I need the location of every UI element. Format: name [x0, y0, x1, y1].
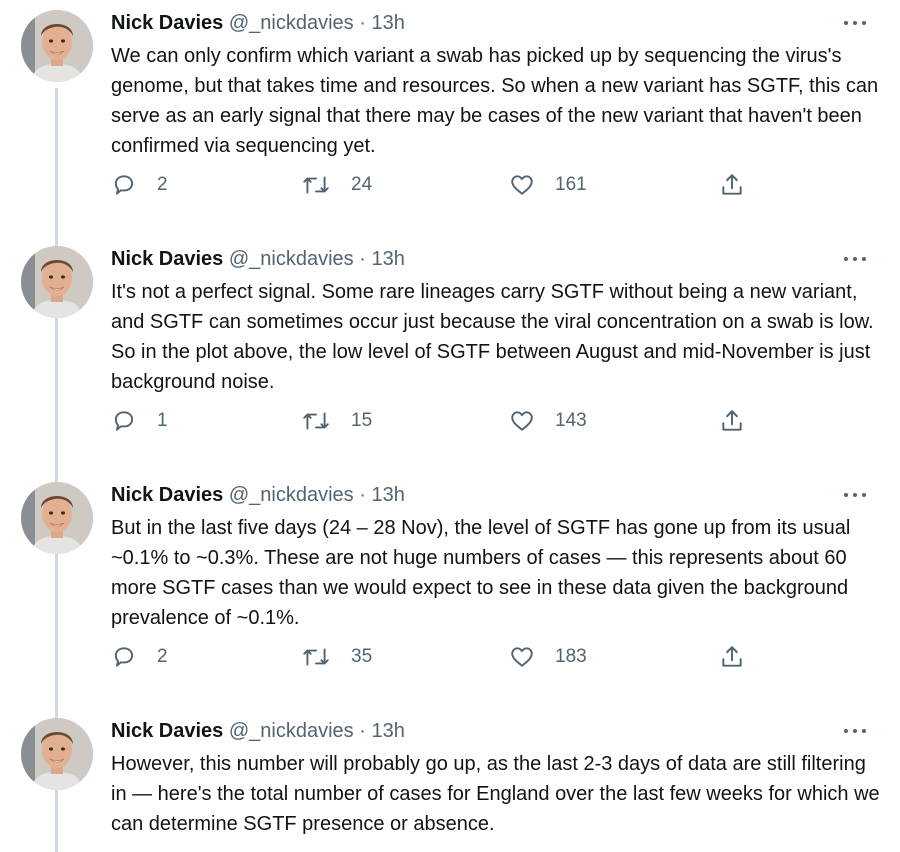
avatar-face-icon	[21, 246, 93, 318]
like-count: 183	[555, 646, 587, 667]
tweet[interactable]: Nick Davies @_nickdavies · 13h But in th…	[0, 472, 900, 708]
reply-count: 2	[157, 646, 168, 667]
retweet-icon	[303, 176, 329, 194]
retweet-icon	[303, 648, 329, 666]
tweet-text: But in the last five days (24 – 28 Nov),…	[111, 517, 851, 629]
separator-dot: ·	[359, 484, 366, 506]
retweet-button[interactable]: 15	[301, 406, 372, 436]
retweet-icon	[303, 412, 329, 430]
heart-icon	[511, 647, 533, 667]
avatar[interactable]	[21, 10, 93, 82]
avatar[interactable]	[21, 718, 93, 790]
reply-icon	[114, 411, 134, 431]
tweet[interactable]: Nick Davies @_nickdavies · 13h It's not …	[0, 236, 900, 472]
avatar-face-icon	[21, 718, 93, 790]
more-options-icon[interactable]	[838, 246, 872, 272]
share-button[interactable]	[719, 170, 745, 200]
author-handle[interactable]: @_nickdavies	[229, 12, 354, 34]
author-name[interactable]: Nick Davies	[111, 248, 223, 270]
timestamp[interactable]: 13h	[371, 484, 404, 506]
tweet-header: Nick Davies @_nickdavies · 13h	[111, 10, 405, 36]
like-count: 143	[555, 410, 587, 431]
retweet-count: 35	[351, 646, 373, 667]
reply-icon	[114, 175, 134, 195]
avatar[interactable]	[21, 482, 93, 554]
share-icon	[722, 174, 742, 195]
share-button[interactable]	[719, 406, 745, 436]
avatar-face-icon	[21, 10, 93, 82]
share-icon	[722, 646, 742, 667]
tweet[interactable]: Nick Davies @_nickdavies · 13h However, …	[0, 708, 900, 852]
retweet-button[interactable]: 35	[301, 642, 372, 672]
tweet-header: Nick Davies @_nickdavies · 13h	[111, 718, 405, 744]
retweet-count: 24	[351, 174, 373, 195]
more-options-icon[interactable]	[838, 10, 872, 36]
heart-icon	[511, 175, 533, 195]
reply-count: 1	[157, 410, 168, 431]
author-handle[interactable]: @_nickdavies	[229, 484, 354, 506]
author-name[interactable]: Nick Davies	[111, 12, 223, 34]
author-name[interactable]: Nick Davies	[111, 720, 223, 742]
tweet-actions: 2 24 161	[111, 170, 771, 200]
avatar[interactable]	[21, 246, 93, 318]
retweet-button[interactable]: 24	[301, 170, 372, 200]
more-options-icon[interactable]	[838, 718, 872, 744]
like-count: 161	[555, 174, 587, 195]
heart-icon	[511, 411, 533, 431]
separator-dot: ·	[359, 720, 366, 742]
like-button[interactable]: 161	[509, 170, 587, 200]
tweet-text: It's not a perfect signal. Some rare lin…	[111, 281, 874, 393]
like-button[interactable]: 183	[509, 642, 587, 672]
tweet-text: However, this number will probably go up…	[111, 753, 880, 835]
separator-dot: ·	[359, 12, 366, 34]
tweet-text: We can only confirm which variant a swab…	[111, 45, 879, 157]
reply-count: 2	[157, 174, 168, 195]
tweet-actions: 1 15 143	[111, 406, 771, 436]
tweet-header: Nick Davies @_nickdavies · 13h	[111, 482, 405, 508]
timestamp[interactable]: 13h	[371, 248, 404, 270]
tweet-header: Nick Davies @_nickdavies · 13h	[111, 246, 405, 272]
timestamp[interactable]: 13h	[371, 12, 404, 34]
share-icon	[722, 410, 742, 431]
tweet-actions: 2 35 183	[111, 642, 771, 672]
share-button[interactable]	[719, 642, 745, 672]
more-options-icon[interactable]	[838, 482, 872, 508]
reply-button[interactable]: 2	[111, 170, 168, 200]
separator-dot: ·	[359, 248, 366, 270]
reply-button[interactable]: 2	[111, 642, 168, 672]
author-handle[interactable]: @_nickdavies	[229, 720, 354, 742]
author-name[interactable]: Nick Davies	[111, 484, 223, 506]
retweet-count: 15	[351, 410, 373, 431]
avatar-face-icon	[21, 482, 93, 554]
reply-button[interactable]: 1	[111, 406, 168, 436]
author-handle[interactable]: @_nickdavies	[229, 248, 354, 270]
like-button[interactable]: 143	[509, 406, 587, 436]
tweet[interactable]: Nick Davies @_nickdavies · 13h We can on…	[0, 0, 900, 236]
timestamp[interactable]: 13h	[371, 720, 404, 742]
reply-icon	[114, 647, 134, 667]
